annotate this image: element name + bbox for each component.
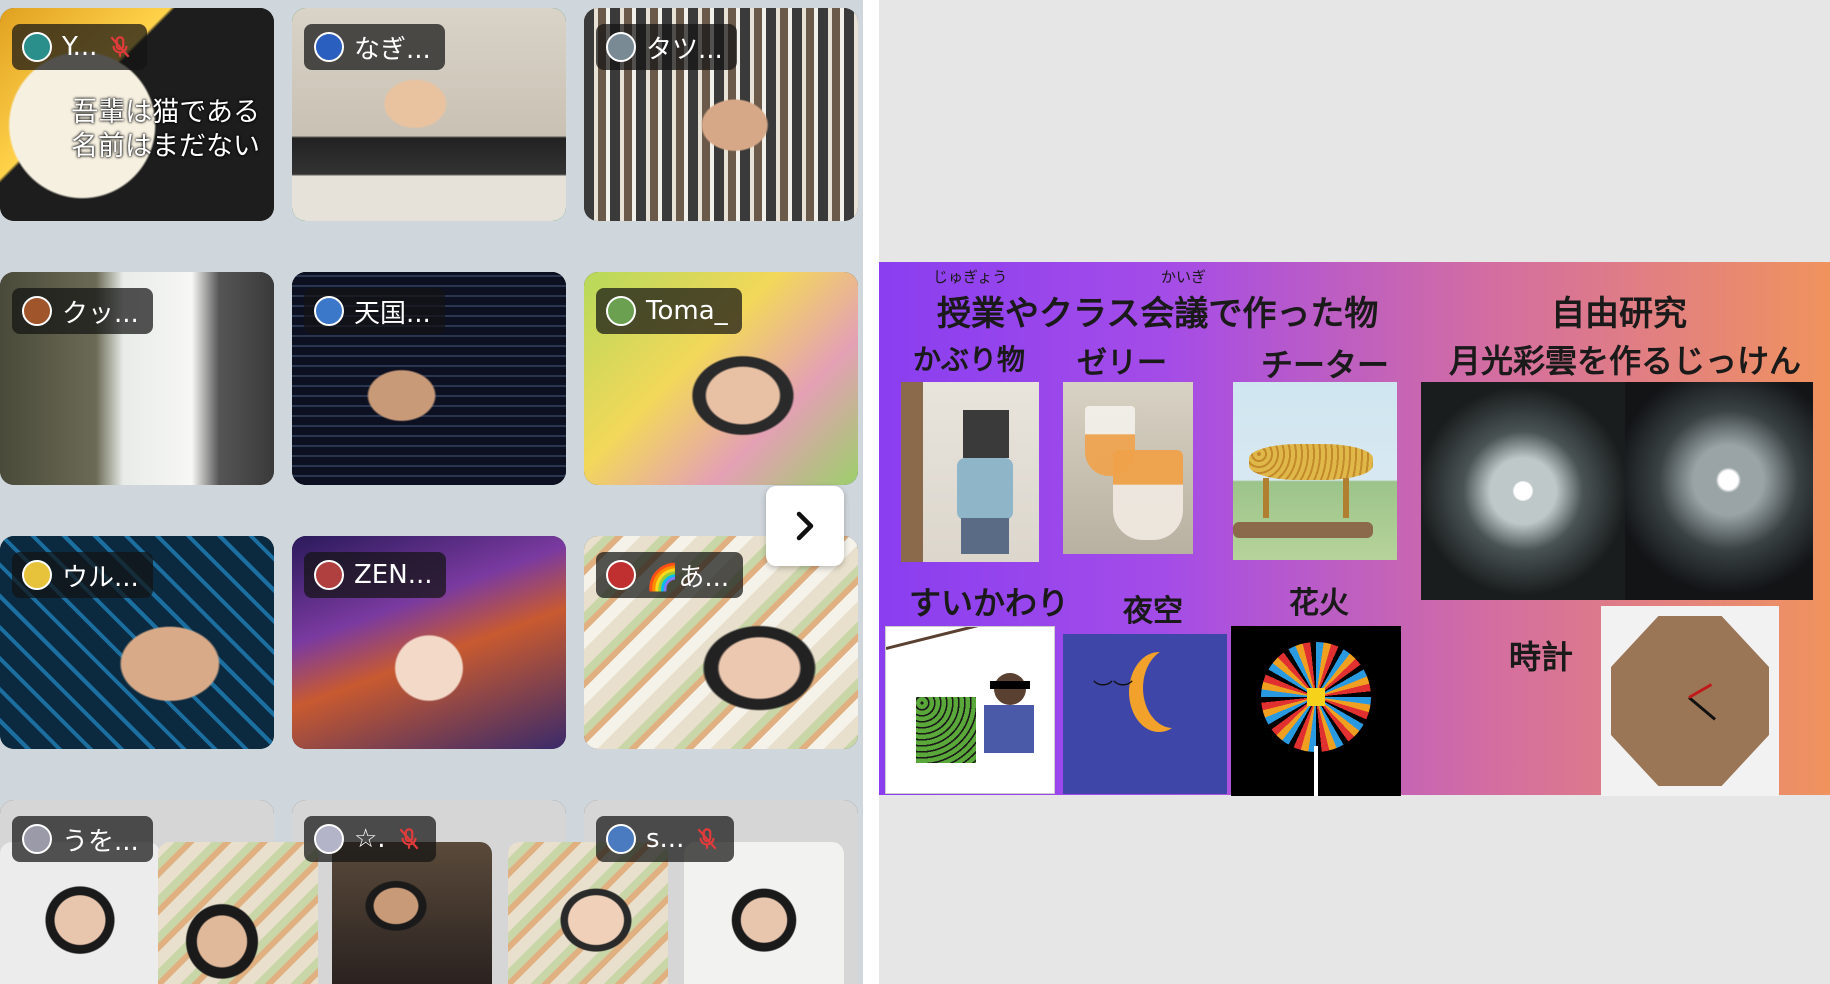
participant-tile[interactable]: Toma_ (584, 272, 858, 485)
avatar (314, 296, 344, 326)
participant-tile[interactable]: クッ... (0, 272, 274, 485)
participant-name-tag: タツ... (596, 24, 737, 70)
avatar (606, 296, 636, 326)
participant-name-tag: s... (596, 816, 735, 862)
ruby-text: じゅぎょう (933, 268, 1008, 286)
participant-name-tag: 天国... (304, 288, 445, 334)
mic-off-icon (110, 36, 130, 58)
panel-divider[interactable] (863, 0, 879, 984)
participant-tile[interactable]: ウル... (0, 536, 274, 749)
slide-right-subheader: 月光彩雲を作るじっけん (1449, 342, 1802, 380)
mic-off-icon (399, 828, 419, 850)
participant-name-tag: ZEN... (304, 552, 447, 598)
avatar (22, 824, 52, 854)
avatar (22, 560, 52, 590)
participant-name: 天国... (354, 298, 431, 329)
avatar (314, 32, 344, 62)
avatar (314, 560, 344, 590)
avatar (314, 824, 344, 854)
participant-name: タツ... (646, 34, 723, 65)
participant-name: なぎ... (354, 34, 431, 65)
photo-experiment-1 (1421, 382, 1625, 600)
shared-slide: じゅぎょう かいぎ 授業やクラス会議で作った物 自由研究 月光彩雲を作るじっけん… (879, 262, 1830, 796)
next-page-button[interactable] (766, 486, 844, 566)
participant-gallery: Y... 吾輩は猫である 名前はまだない なぎ... タツ... クッ... 天… (0, 0, 863, 984)
participant-tile-active[interactable]: なぎ... (292, 8, 566, 221)
slide-right-header: 自由研究 (1551, 294, 1687, 334)
avatar (606, 32, 636, 62)
label-suikawari: すいかわり (909, 584, 1070, 622)
drawing-suikawari (885, 626, 1055, 794)
drawing-fireworks (1231, 626, 1401, 796)
participant-name: ウル... (62, 562, 139, 593)
ruby-text: かいぎ (1161, 268, 1207, 286)
participant-tile[interactable]: 天国... (292, 272, 566, 485)
drawing-night-sky: ︶︶ (1063, 634, 1227, 794)
participant-name: Toma_ (646, 296, 728, 326)
chevron-right-icon (796, 511, 814, 541)
participant-name-tag: うを... (12, 816, 153, 862)
avatar (22, 32, 52, 62)
participant-tile[interactable]: タツ... (584, 8, 858, 221)
participant-name-tag: 🌈あ... (596, 552, 744, 598)
label-kaburimono: かぶり物 (913, 343, 1026, 376)
mini-video[interactable] (0, 842, 160, 984)
participant-tile[interactable]: Y... 吾輩は猫である 名前はまだない (0, 8, 274, 221)
participant-name-tag: Toma_ (596, 288, 742, 334)
mini-video[interactable] (684, 842, 844, 984)
participant-name: うを... (62, 826, 139, 857)
avatar (606, 560, 636, 590)
label-jelly: ゼリー (1077, 346, 1167, 381)
participant-name-tag: ウル... (12, 552, 153, 598)
caption-line: 吾輩は猫である (71, 97, 260, 128)
participant-name: Y... (62, 32, 98, 62)
photo-kaburimono (901, 382, 1039, 562)
video-caption: 吾輩は猫である 名前はまだない (71, 96, 260, 164)
mini-video[interactable] (158, 842, 318, 984)
label-cheetah: チーター (1261, 346, 1390, 384)
avatar (606, 824, 636, 854)
photo-clock (1601, 606, 1779, 796)
label-yozora: 夜空 (1123, 594, 1183, 629)
mic-off-icon (697, 828, 717, 850)
participant-name-tag: クッ... (12, 288, 153, 334)
zoom-window: Y... 吾輩は猫である 名前はまだない なぎ... タツ... クッ... 天… (0, 0, 1830, 984)
participant-name: ZEN... (354, 560, 433, 590)
participant-name: ☆. (354, 824, 386, 854)
mini-video[interactable] (332, 842, 492, 984)
participant-name: クッ... (62, 298, 139, 329)
participant-tile[interactable]: 🌈あ... (584, 536, 858, 749)
caption-line: 名前はまだない (71, 131, 260, 162)
label-tokei: 時計 (1509, 638, 1574, 676)
screen-share-view: じゅぎょう かいぎ 授業やクラス会議で作った物 自由研究 月光彩雲を作るじっけん… (879, 0, 1830, 984)
participant-name: 🌈あ... (646, 562, 730, 593)
label-hanabi: 花火 (1289, 586, 1349, 621)
participant-name-tag: ☆. (304, 816, 436, 862)
photo-jelly (1063, 382, 1193, 554)
participant-name: s... (646, 824, 685, 854)
participant-tile[interactable]: ZEN... (292, 536, 566, 749)
photo-experiment-2 (1625, 382, 1813, 600)
avatar (22, 296, 52, 326)
drawing-cheetah (1233, 382, 1397, 560)
participant-name-tag: Y... (12, 24, 148, 70)
participant-name-tag: なぎ... (304, 24, 445, 70)
slide-left-header: 授業やクラス会議で作った物 (937, 294, 1379, 334)
mini-video[interactable] (508, 842, 668, 984)
